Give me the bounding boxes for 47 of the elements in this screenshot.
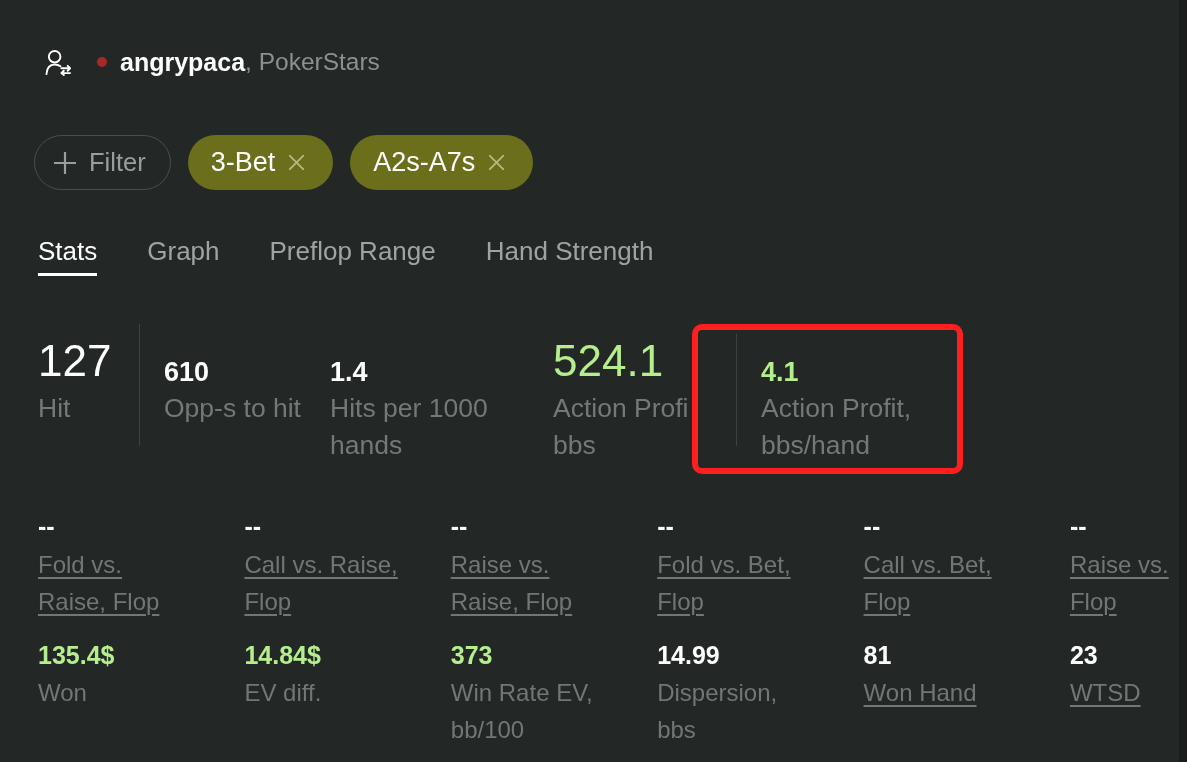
stat-value: 14.99 [657, 640, 720, 670]
stat-label: Hit [38, 392, 72, 425]
tab[interactable]: Preflop Range [269, 232, 436, 276]
stat-link[interactable]: Raise vs. Raise, Flop [450, 546, 573, 620]
stat-value: -- [450, 511, 468, 541]
stat-value: -- [863, 511, 881, 541]
stat-link[interactable]: Call vs. Bet, Flop [863, 546, 992, 620]
stat-label: Won [38, 678, 87, 708]
username: angrypaca [120, 47, 246, 78]
stat-label: Hits per 1000 hands [330, 392, 488, 462]
stat-label: Action Profit, bbs/hand [761, 392, 912, 462]
stat-value: 610 [164, 357, 210, 387]
stat-value: 373 [450, 640, 493, 670]
stat-value: -- [1069, 511, 1087, 541]
status-dot-icon [97, 57, 107, 67]
stat-label: Dispersion, bbs [657, 678, 778, 745]
stat-label: Opp-s to hit [164, 392, 301, 425]
stat-link[interactable]: WTSD [1069, 674, 1141, 711]
stat-value: 524.1 [553, 335, 664, 387]
tab[interactable]: Graph [147, 232, 220, 276]
stat-link[interactable]: Fold vs. Raise, Flop [38, 546, 160, 620]
stat-value: 127 [38, 335, 112, 387]
stat-value: 23 [1069, 640, 1098, 670]
filter-chip[interactable]: A2s-A7s [350, 135, 534, 190]
close-icon[interactable] [289, 155, 305, 170]
site-name: , PokerStars [245, 47, 380, 75]
stat-value: -- [244, 511, 262, 541]
stat-value: -- [38, 511, 55, 541]
stat-link[interactable]: Won Hand [863, 674, 977, 711]
stat-value: 4.1 [761, 357, 799, 387]
tab[interactable]: Stats [38, 232, 98, 276]
stat-link[interactable]: Fold vs. Bet, Flop [657, 546, 791, 620]
plus-icon [54, 151, 76, 174]
stat-value: -- [657, 511, 674, 541]
user-switch-icon[interactable] [45, 48, 72, 76]
close-icon[interactable] [489, 155, 505, 170]
stat-value: 135.4$ [38, 640, 115, 670]
stat-label: Win Rate EV, bb/100 [450, 678, 593, 745]
stat-value: 1.4 [330, 357, 368, 387]
stat-link[interactable]: Call vs. Raise, Flop [244, 546, 398, 620]
stat-value: 14.84$ [244, 640, 321, 670]
stat-value: 81 [863, 640, 892, 670]
stat-label: EV diff. [244, 678, 322, 708]
stat-label: Action Profi bbs [553, 392, 689, 462]
filter-chip[interactable]: 3-Bet [187, 135, 334, 190]
tab[interactable]: Hand Strength [485, 232, 654, 276]
stat-link[interactable]: Raise vs. Flop [1069, 546, 1169, 620]
